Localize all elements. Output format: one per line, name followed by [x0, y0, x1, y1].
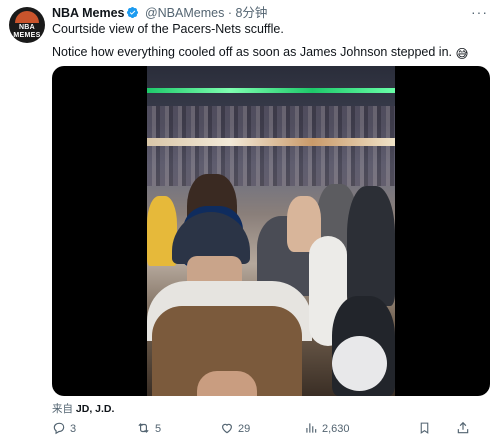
person-figure	[347, 186, 395, 306]
hand-foreground	[197, 371, 257, 396]
more-icon[interactable]: ···	[471, 4, 488, 20]
bookmark-icon	[418, 421, 435, 438]
tweet[interactable]: NBA MEMES NBA Memes @NBAMemes · 8分钟 ··· …	[0, 0, 500, 440]
arena-led-band	[147, 138, 395, 146]
tweet-text-line-2-content: Notice how everything cooled off as soon…	[52, 45, 453, 59]
reply-icon	[52, 421, 70, 438]
arena-ring-lights	[147, 88, 395, 93]
person-head	[332, 336, 387, 391]
tweet-text-line-1: Courtside view of the Pacers-Nets scuffl…	[52, 22, 284, 36]
tweet-text-line-2: Notice how everything cooled off as soon…	[52, 44, 469, 62]
account-handle[interactable]: @NBAMemes	[145, 6, 224, 20]
retweet-button[interactable]: 5	[136, 420, 161, 438]
post-time[interactable]: 8分钟	[235, 6, 267, 20]
share-icon	[456, 421, 474, 438]
bookmark-button[interactable]	[418, 420, 435, 438]
views-count: 2,630	[322, 423, 350, 435]
reply-button[interactable]: 3	[52, 420, 76, 438]
like-button[interactable]: 29	[220, 420, 250, 438]
video-frame	[147, 66, 395, 396]
views-button[interactable]: 2,630	[304, 420, 350, 438]
sweat-smile-emoji: 😅	[455, 47, 469, 61]
source-attribution: 来自 JD, J.D.	[52, 401, 114, 416]
source-value[interactable]: JD, J.D.	[76, 403, 115, 415]
share-button[interactable]	[456, 420, 474, 438]
separator-dot: ·	[227, 6, 232, 20]
action-bar: 3 5 29 2,630	[52, 420, 490, 438]
like-icon	[220, 421, 238, 438]
account-name[interactable]: NBA Memes	[52, 6, 124, 20]
avatar[interactable]: NBA MEMES	[9, 7, 45, 43]
source-label: 来自	[52, 403, 73, 415]
arena-crowd	[147, 106, 395, 186]
retweet-icon	[136, 421, 155, 438]
basketball-icon	[15, 11, 39, 23]
video-player[interactable]	[52, 66, 490, 396]
retweet-count: 5	[155, 423, 162, 435]
avatar-text: NBA MEMES	[13, 24, 41, 39]
views-icon	[304, 421, 322, 438]
reply-count: 3	[70, 423, 77, 435]
like-count: 29	[238, 423, 251, 435]
